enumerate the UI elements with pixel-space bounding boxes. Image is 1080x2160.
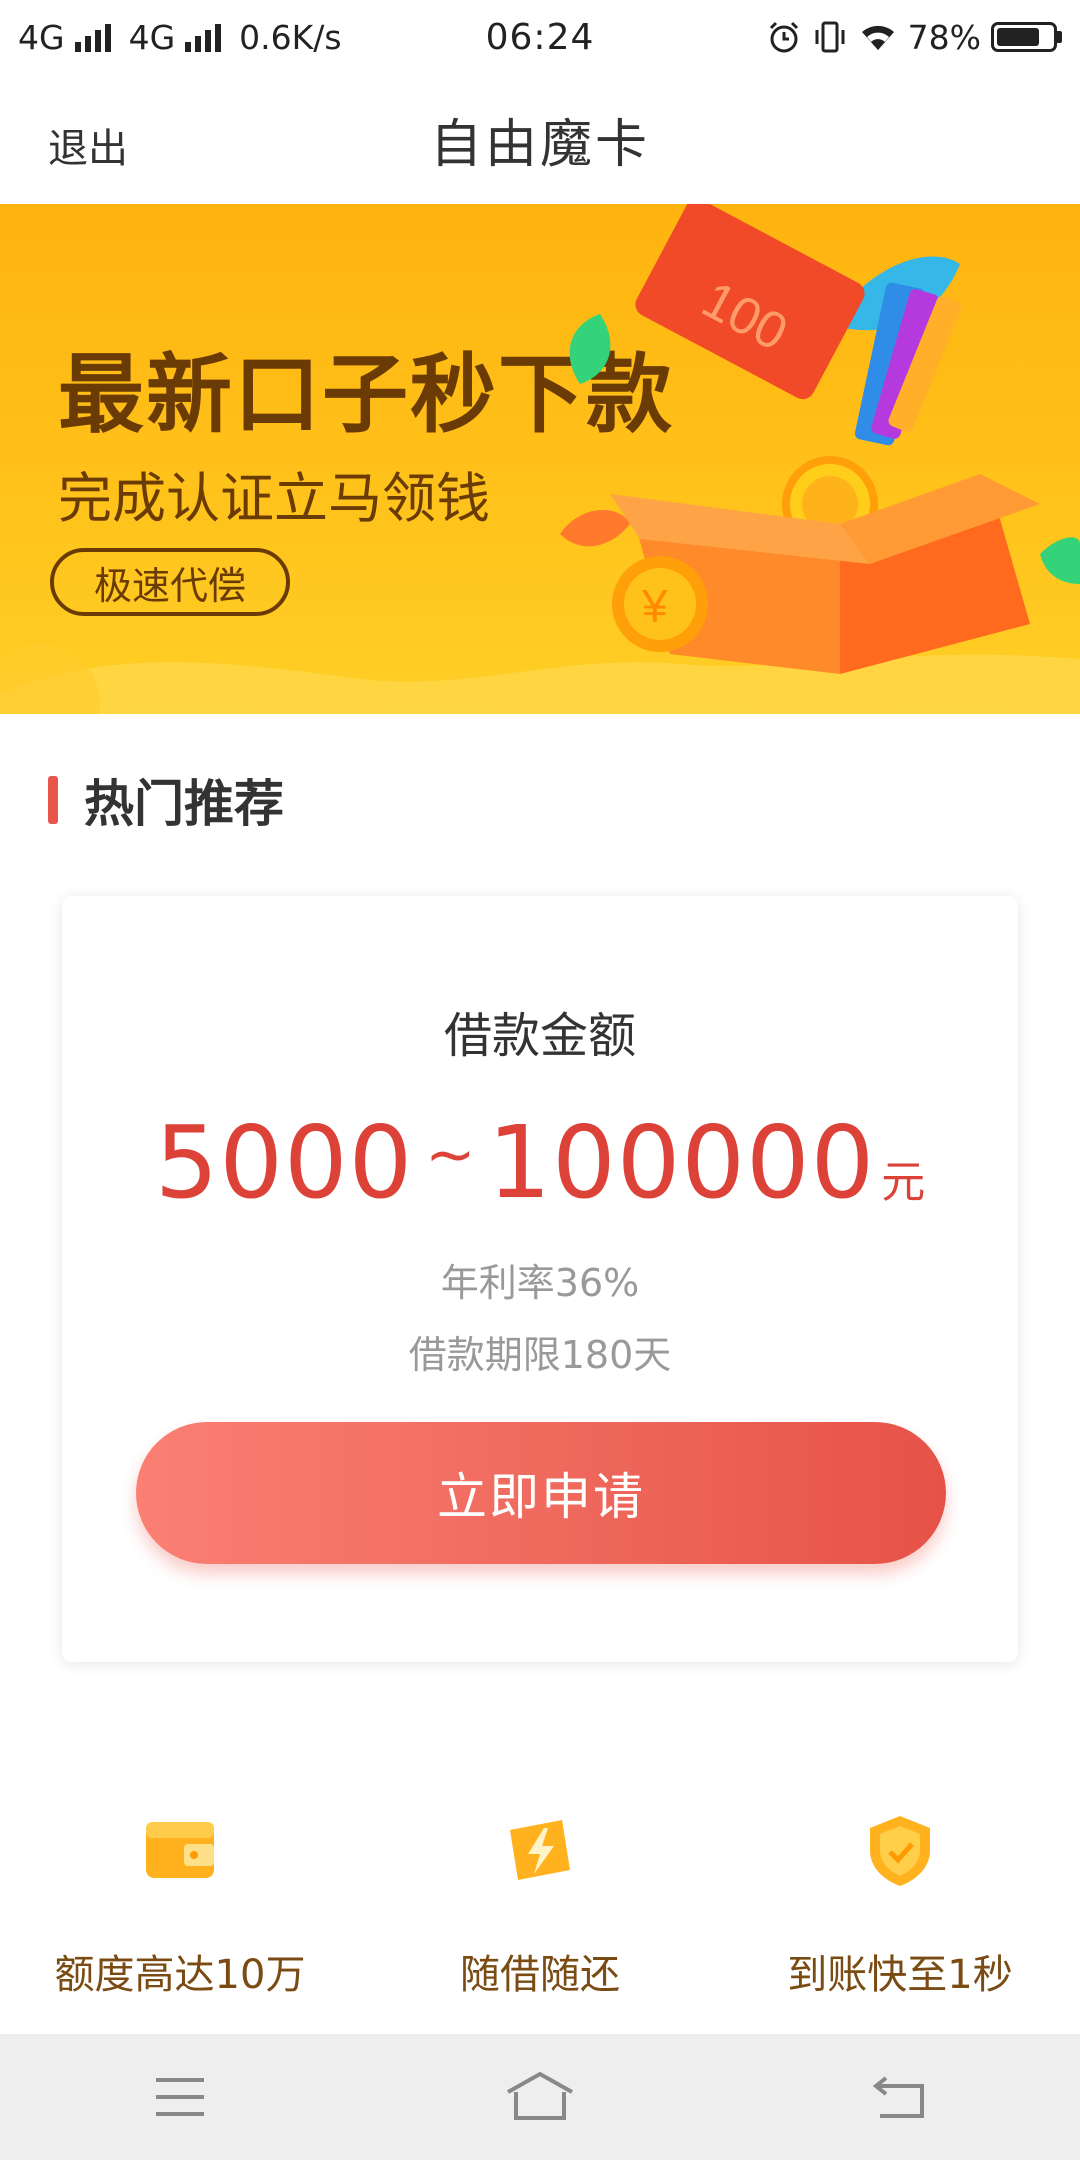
gift-box-illustration: 100 ¥ bbox=[560, 204, 1080, 674]
battery-percent: 78% bbox=[907, 17, 981, 57]
menu-button[interactable] bbox=[120, 2057, 240, 2137]
amount-max: 100000 bbox=[487, 1104, 876, 1221]
promo-banner[interactable]: 最新口子秒下款 完成认证立马领钱 极速代偿 100 ¥ bbox=[0, 204, 1080, 714]
network-type-2: 4G bbox=[128, 17, 176, 57]
home-button[interactable] bbox=[480, 2057, 600, 2137]
amount-label: 借款金额 bbox=[443, 1008, 636, 1064]
loan-product-card[interactable]: 借款金额 5000 ~100000 元 年利率36% 借款期限180天 立即申请 bbox=[62, 896, 1018, 1662]
feature-label: 额度高达10万 bbox=[54, 1952, 306, 1998]
menu-icon bbox=[156, 2078, 204, 2116]
app-screen: 4G 4G 0.6K/s 06:24 78% 退出 自由魔卡 最新口子秒下款 完… bbox=[0, 0, 1080, 2160]
back-icon bbox=[872, 2076, 924, 2118]
exit-button[interactable]: 退出 bbox=[48, 116, 128, 174]
amount-separator: ~ bbox=[425, 1120, 476, 1190]
coin-symbol-text: ¥ bbox=[641, 580, 668, 632]
signal-icon bbox=[74, 22, 111, 52]
vibrate-icon bbox=[815, 21, 845, 53]
interest-rate: 年利率36% bbox=[440, 1261, 640, 1305]
amount-unit: 元 bbox=[881, 1157, 926, 1208]
shield-icon bbox=[870, 1816, 930, 1886]
system-nav-bar bbox=[0, 2034, 1080, 2160]
section-header: 热门推荐 bbox=[48, 770, 284, 833]
feature-item: 随借随还 bbox=[360, 1810, 720, 2010]
battery-icon bbox=[991, 22, 1062, 52]
amount-range: 5000 ~100000 元 bbox=[62, 1104, 1018, 1221]
feature-item: 额度高达10万 bbox=[0, 1810, 360, 2010]
status-right: 78% bbox=[642, 18, 1062, 57]
page-title: 自由魔卡 bbox=[429, 114, 650, 175]
feature-label: 随借随还 bbox=[460, 1952, 620, 1998]
network-type-1: 4G bbox=[18, 17, 65, 57]
app-header: 退出 自由魔卡 bbox=[0, 74, 1080, 204]
feature-item: 到账快至1秒 bbox=[720, 1810, 1080, 2010]
network-speed: 0.6K/s bbox=[239, 17, 342, 57]
wifi-icon bbox=[861, 25, 894, 50]
section-accent-bar bbox=[48, 776, 58, 824]
apply-now-button[interactable]: 立即申请 bbox=[136, 1422, 946, 1564]
amount-min: 5000 bbox=[154, 1104, 414, 1221]
status-bar: 4G 4G 0.6K/s 06:24 78% bbox=[0, 0, 1080, 74]
wallet-icon bbox=[146, 1822, 214, 1878]
loan-term: 借款期限180天 bbox=[408, 1333, 672, 1377]
status-time: 06:24 bbox=[485, 16, 595, 58]
feature-label: 到账快至1秒 bbox=[787, 1952, 1013, 1998]
status-left: 4G 4G 0.6K/s bbox=[18, 18, 438, 57]
alarm-icon bbox=[769, 21, 798, 53]
back-button[interactable] bbox=[840, 2057, 960, 2137]
section-title: 热门推荐 bbox=[84, 775, 284, 833]
banner-tag-button[interactable]: 极速代偿 bbox=[50, 548, 290, 616]
lightning-icon bbox=[510, 1820, 570, 1880]
home-icon bbox=[507, 2071, 573, 2120]
feature-list: 额度高达10万 随借随还 到账快至1秒 bbox=[0, 1810, 1080, 2010]
signal-icon bbox=[185, 22, 222, 52]
banner-subline: 完成认证立马领钱 bbox=[58, 467, 490, 530]
